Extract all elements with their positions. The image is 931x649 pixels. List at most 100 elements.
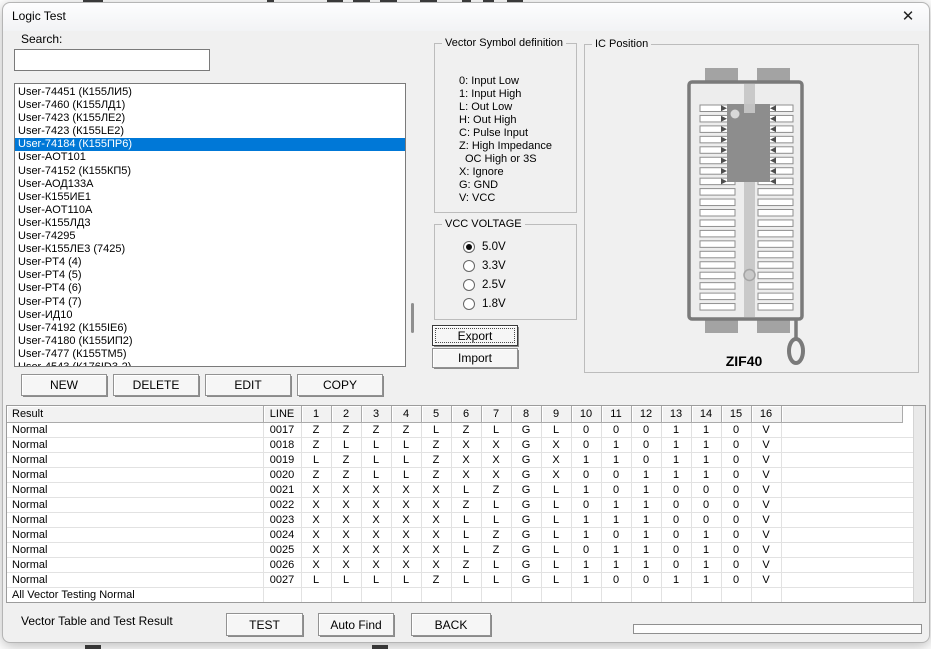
socket-pin-slot [700,210,735,217]
table-row[interactable]: Normal0020ZZLLZXXGX001110V [7,468,914,483]
table-row[interactable]: Normal0022XXXXXZLGL011000V [7,498,914,513]
column-header[interactable]: 9 [541,406,571,423]
table-row[interactable]: Normal0027LLLLZLLGL100110V [7,573,914,588]
column-header[interactable]: 11 [601,406,631,423]
vector-cell: L [421,423,451,438]
column-header[interactable] [781,406,902,423]
vector-cell: V [751,513,781,528]
vcc-option[interactable]: 1.8V [463,294,576,313]
back-button-label: BACK [435,618,468,632]
device-list-item[interactable]: User-74192 (К155IE6) [15,322,405,335]
title-bar[interactable]: Logic Test ✕ [3,3,929,31]
table-row[interactable]: Normal0026XXXXXZLGL111010V [7,558,914,573]
column-header[interactable]: 1 [301,406,331,423]
vcc-option[interactable]: 3.3V [463,256,576,275]
vector-cell: L [481,513,511,528]
device-list-item[interactable]: User-AOT110A [15,204,405,217]
line-cell: 0019 [263,453,301,468]
symbol-definition-line: L: Out Low [459,101,576,114]
column-header[interactable]: 3 [361,406,391,423]
table-row[interactable]: Normal0018ZLLLZXXGX010110V [7,438,914,453]
edit-button[interactable]: EDIT [205,374,291,396]
device-list-item[interactable]: User-74152 (К155КП5) [15,165,405,178]
export-button[interactable]: Export [432,325,518,346]
device-list-item[interactable]: User-7460 (К155ЛД1) [15,99,405,112]
line-cell: 0023 [263,513,301,528]
device-list-item[interactable]: User-74184 (К155ПР6) [15,138,405,151]
vector-cell: X [421,543,451,558]
listbox-scrollbar-thumb[interactable] [411,303,414,333]
device-list-item[interactable]: User-К155ЛД3 [15,217,405,230]
vector-cell [721,588,751,603]
vcc-option[interactable]: 2.5V [463,275,576,294]
column-header[interactable]: LINE [263,406,301,423]
new-button[interactable]: NEW [21,374,107,396]
vector-cell: L [361,468,391,483]
device-list-item[interactable]: User-7423 (К155ЛЕ2) [15,112,405,125]
column-header[interactable]: 5 [421,406,451,423]
table-row[interactable]: All Vector Testing Normal [7,588,914,603]
column-header[interactable]: 15 [721,406,751,423]
vector-cell: X [481,453,511,468]
delete-button[interactable]: DELETE [113,374,199,396]
device-list-item[interactable]: User-К155ЛЕ3 (7425) [15,243,405,256]
column-header[interactable]: Result [7,406,263,423]
vector-cell: G [511,438,541,453]
search-input[interactable] [14,49,210,71]
device-list-item[interactable]: User-PT4 (4) [15,256,405,269]
column-header[interactable]: 6 [451,406,481,423]
column-header[interactable]: 8 [511,406,541,423]
close-button[interactable]: ✕ [895,5,921,27]
table-header-row: ResultLINE12345678910111213141516 [7,406,914,423]
test-button[interactable]: TEST [226,613,303,636]
device-listbox[interactable]: User-74451 (К155ЛИ5)User-7460 (К155ЛД1)U… [14,83,406,367]
result-table: ResultLINE12345678910111213141516Normal0… [7,406,914,603]
table-row[interactable]: Normal0017ZZZZLZLGL000110V [7,423,914,438]
vector-cell: X [331,483,361,498]
table-row[interactable]: Normal0021XXXXXLZGL101000V [7,483,914,498]
vector-cell: Z [301,468,331,483]
vector-cell: 0 [721,498,751,513]
vector-cell: L [541,573,571,588]
column-header[interactable]: 16 [751,406,781,423]
copy-button[interactable]: COPY [297,374,383,396]
table-row[interactable]: Normal0023XXXXXLLGL111000V [7,513,914,528]
device-list-item[interactable]: User-ИД10 [15,309,405,322]
device-list-item[interactable]: User-7477 (К155ТМ5) [15,348,405,361]
socket-pin-slot [758,189,793,196]
table-row[interactable]: Normal0019LZLLZXXGX110110V [7,453,914,468]
device-list-item[interactable]: User-74295 [15,230,405,243]
column-header[interactable]: 2 [331,406,361,423]
auto-find-button[interactable]: Auto Find [318,613,394,636]
table-row[interactable] [7,603,914,604]
vector-cell: 0 [721,438,751,453]
device-list-item[interactable]: User-AOT101 [15,151,405,164]
column-header[interactable]: 13 [661,406,691,423]
vcc-option[interactable]: 5.0V [463,237,576,256]
table-row[interactable]: Normal0025XXXXXLZGL011010V [7,543,914,558]
column-header[interactable]: 4 [391,406,421,423]
column-header[interactable]: 7 [481,406,511,423]
column-header[interactable]: 12 [631,406,661,423]
device-list-item[interactable]: User-7423 (К155LE2) [15,125,405,138]
device-list-item[interactable]: User-АОД133А [15,178,405,191]
column-header[interactable]: 10 [571,406,601,423]
vector-cell: X [421,558,451,573]
column-header[interactable]: 14 [691,406,721,423]
table-scrollbar[interactable] [913,406,925,602]
device-list-item[interactable]: User-74180 (К155ИП2) [15,335,405,348]
vector-cell [301,588,331,603]
device-list-item[interactable]: User-К155ИЕ1 [15,191,405,204]
device-list-item[interactable]: User-74451 (К155ЛИ5) [15,86,405,99]
back-button[interactable]: BACK [411,613,491,636]
vector-cell: 1 [661,468,691,483]
import-button[interactable]: Import [432,348,518,368]
device-list-item[interactable]: User-PT4 (7) [15,296,405,309]
device-list-item[interactable]: User-PT4 (5) [15,269,405,282]
table-row[interactable]: Normal0024XXXXXLZGL101010V [7,528,914,543]
device-list-item[interactable]: User-4543 (К176ID3-2) [15,361,405,367]
vcc-option-label: 5.0V [482,241,506,253]
device-list-item[interactable]: User-PT4 (6) [15,282,405,295]
radio-icon [463,260,475,272]
socket-label: ZIF40 [704,353,784,369]
